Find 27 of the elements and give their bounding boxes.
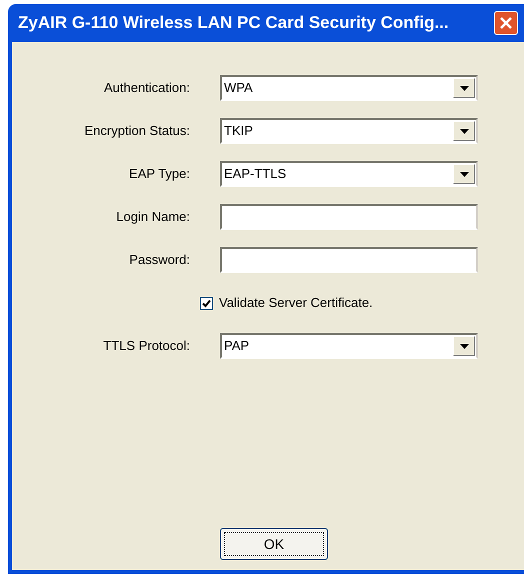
dropdown[interactable]: EAP-TTLS [220,161,478,187]
ok-button[interactable]: OK [220,528,328,560]
caret-icon [460,344,468,348]
close-button[interactable] [494,11,518,35]
dropdown[interactable]: TKIP [220,118,478,144]
dropdown-arrow-button[interactable] [453,121,475,141]
field-label: EAP Type: [129,165,190,184]
dropdown[interactable]: WPA [220,75,478,101]
caret-icon [460,86,468,90]
dropdown-arrow-button[interactable] [453,78,475,98]
caret-icon [460,172,468,176]
dropdown-arrow-button[interactable] [453,336,475,356]
caret-icon [460,128,468,134]
field-label: Validate Server Certificate. [219,294,373,312]
window-title: ZyAIR G-110 Wireless LAN PC Card Security Config... [18,12,449,34]
close-icon [499,16,513,30]
input-field[interactable] [220,247,478,273]
field-label: Login Name: [116,208,190,226]
dropdown-arrow-button[interactable] [453,164,475,184]
field-label: Authentication: [104,79,190,98]
field-label: Encryption Status: [84,122,190,140]
checkmark-icon [202,298,211,308]
input-field[interactable] [220,204,478,230]
dropdown[interactable]: PAP [220,333,478,359]
field-label: Password: [129,251,190,270]
field-label: TTLS Protocol: [103,337,190,356]
checkbox[interactable] [200,296,213,310]
